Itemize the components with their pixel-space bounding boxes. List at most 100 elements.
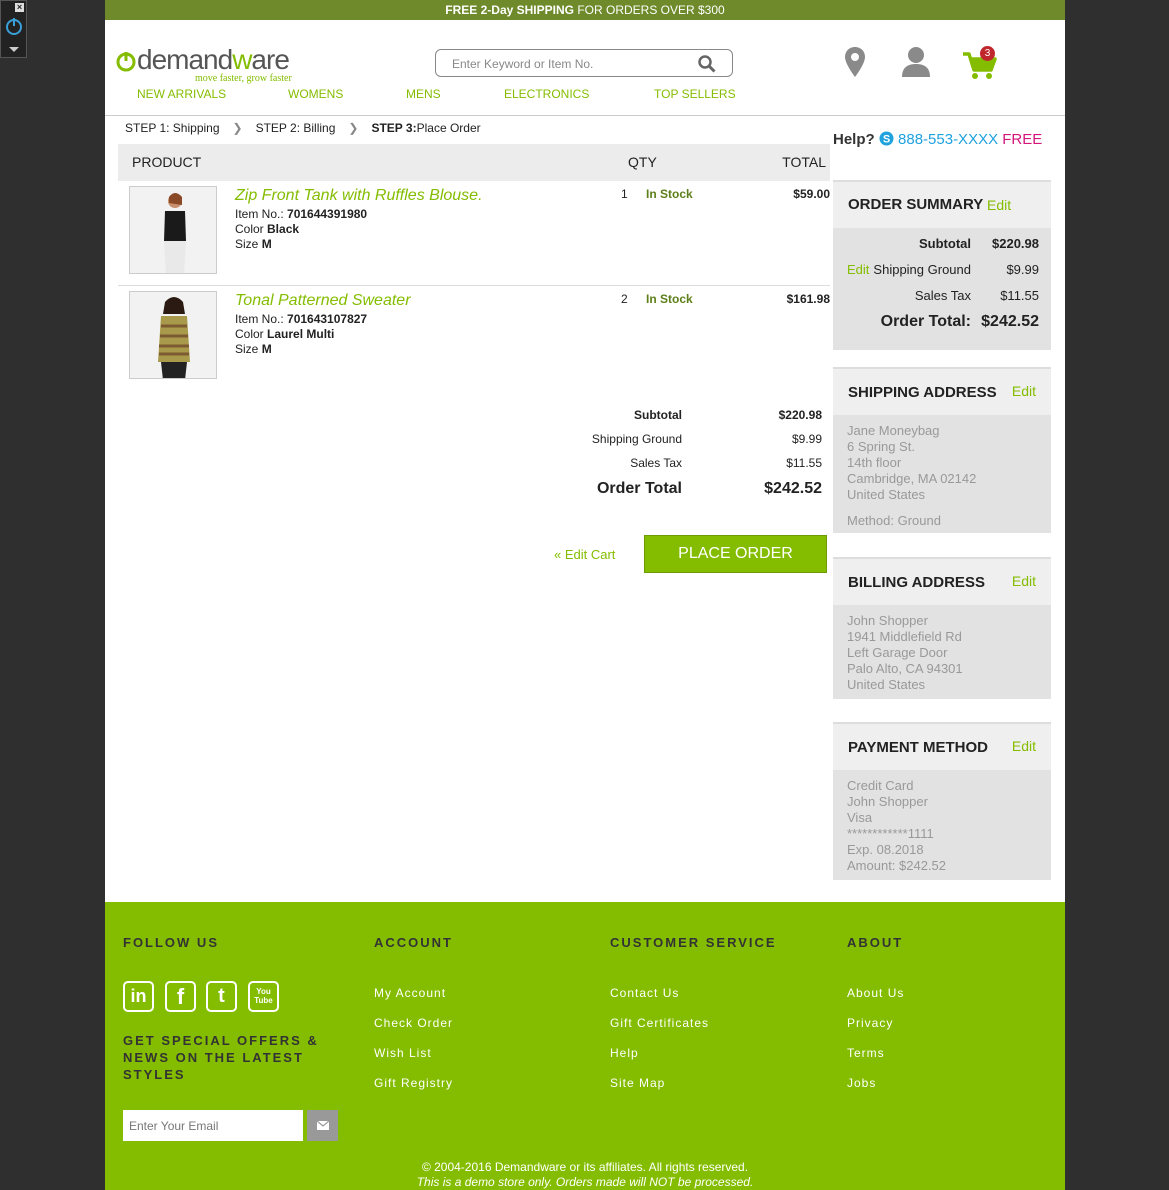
logo-word-post: are xyxy=(251,44,289,75)
nav-new-arrivals[interactable]: NEW ARRIVALS xyxy=(137,87,226,101)
item-number-value: 701643107827 xyxy=(287,312,368,326)
footer-link-wish-list[interactable]: Wish List xyxy=(374,1046,432,1060)
chevron-down-icon[interactable] xyxy=(9,47,19,52)
facebook-icon[interactable]: f xyxy=(165,981,196,1012)
stock-status: In Stock xyxy=(646,187,693,201)
edit-cart-link[interactable]: « Edit Cart xyxy=(554,547,615,562)
item-size: Size M xyxy=(235,342,367,357)
item-qty: 1 xyxy=(621,187,628,201)
subtotal-row: Subtotal $220.98 xyxy=(545,408,822,432)
email-submit-button[interactable] xyxy=(307,1110,338,1141)
product-details: Item No.: 701644391980 Color Black Size … xyxy=(235,207,367,252)
address-line: Left Garage Door xyxy=(847,645,948,660)
logo-tagline: move faster, grow faster xyxy=(195,73,292,84)
footer-link-terms[interactable]: Terms xyxy=(847,1046,885,1060)
search-icon[interactable] xyxy=(698,55,716,73)
product-details: Item No.: 701643107827 Color Laurel Mult… xyxy=(235,312,367,357)
nav-top-sellers[interactable]: TOP SELLERS xyxy=(654,87,736,101)
copyright-text: © 2004-2016 Demandware or its affiliates… xyxy=(421,1160,749,1174)
search-input[interactable] xyxy=(450,51,694,77)
help-label: Help? xyxy=(833,131,875,148)
footer-link-help[interactable]: Help xyxy=(610,1046,639,1060)
item-color-value: Black xyxy=(267,222,300,236)
side-widget[interactable]: × xyxy=(0,0,27,58)
step-billing[interactable]: STEP 2: Billing xyxy=(256,121,336,135)
footer-link-my-account[interactable]: My Account xyxy=(374,986,446,1000)
footer: FOLLOW US ACCOUNT CUSTOMER SERVICE ABOUT… xyxy=(105,902,1065,1190)
logo-wordmark: demandware xyxy=(137,44,290,75)
item-color-value: Laurel Multi xyxy=(267,327,335,341)
summary-tax-value: $11.55 xyxy=(1000,288,1039,303)
tax-row: Sales Tax $11.55 xyxy=(545,456,822,480)
product-image[interactable] xyxy=(129,186,217,274)
user-icon[interactable] xyxy=(901,46,931,78)
product-name-link[interactable]: Zip Front Tank with Ruffles Blouse. xyxy=(235,187,483,205)
summary-shipping-value: $9.99 xyxy=(1006,262,1039,277)
help-line: Help? S 888-553-XXXX FREE xyxy=(833,131,1042,148)
summary-shipping-row: Edit Shipping Ground $9.99 xyxy=(833,262,1051,288)
order-total-label: Order Total xyxy=(596,480,682,497)
logo[interactable]: demandware move faster, grow faster xyxy=(115,44,292,84)
summary-total-value: $242.52 xyxy=(981,313,1039,330)
item-size-value: M xyxy=(261,237,272,251)
item-number: Item No.: 701644391980 xyxy=(235,207,367,222)
help-phone[interactable]: 888-553-XXXX xyxy=(898,131,998,148)
summary-subtotal-value: $220.98 xyxy=(992,236,1039,251)
linkedin-icon[interactable]: in xyxy=(123,981,154,1012)
footer-link-check-order[interactable]: Check Order xyxy=(374,1016,453,1030)
cart-count-badge: 3 xyxy=(980,46,995,61)
footer-link-gift-registry[interactable]: Gift Registry xyxy=(374,1076,453,1090)
shipping-address-edit-link[interactable]: Edit xyxy=(1012,383,1036,399)
email-signup-input[interactable] xyxy=(123,1110,303,1141)
logo-word-pre: demand xyxy=(137,44,233,75)
svg-text:S: S xyxy=(883,134,890,146)
shipping-address-title: SHIPPING ADDRESS xyxy=(848,384,997,401)
footer-link-contact-us[interactable]: Contact Us xyxy=(610,986,679,1000)
nav-mens[interactable]: MENS xyxy=(406,87,441,101)
product-name-link[interactable]: Tonal Patterned Sweater xyxy=(235,292,411,310)
close-icon[interactable]: × xyxy=(15,3,24,12)
logo-power-icon xyxy=(116,52,136,72)
payment-method-header: PAYMENT METHOD Edit xyxy=(833,724,1051,770)
step-shipping[interactable]: STEP 1: Shipping xyxy=(125,121,220,135)
tax-label: Sales Tax xyxy=(630,456,682,470)
footer-link-gift-certificates[interactable]: Gift Certificates xyxy=(610,1016,709,1030)
order-summary-header: ORDER SUMMARY Edit xyxy=(833,182,1051,228)
billing-address-body: John Shopper 1941 Middlefield Rd Left Ga… xyxy=(833,605,1051,699)
order-summary-title: ORDER SUMMARY xyxy=(848,196,984,213)
address-line: Cambridge, MA 02142 xyxy=(847,471,977,486)
item-price: $59.00 xyxy=(793,187,830,201)
payment-method-edit-link[interactable]: Edit xyxy=(1012,738,1036,754)
summary-shipping-edit-link[interactable]: Edit xyxy=(847,262,869,278)
item-color-label: Color xyxy=(235,222,268,236)
footer-link-jobs[interactable]: Jobs xyxy=(847,1076,876,1090)
tax-value: $11.55 xyxy=(786,456,822,470)
promo-banner: FREE 2-Day SHIPPING FOR ORDERS OVER $300 xyxy=(105,0,1065,20)
checkout-steps: STEP 1: Shipping ❯ STEP 2: Billing ❯ STEP 3:… xyxy=(125,121,481,135)
skype-icon[interactable]: S xyxy=(879,131,894,146)
nav-womens[interactable]: WOMENS xyxy=(288,87,343,101)
item-number-label: Item No.: xyxy=(235,312,288,326)
item-size: Size M xyxy=(235,237,367,252)
footer-link-site-map[interactable]: Site Map xyxy=(610,1076,665,1090)
footer-link-about-us[interactable]: About Us xyxy=(847,986,904,1000)
power-icon[interactable] xyxy=(4,16,24,36)
order-summary-edit-link[interactable]: Edit xyxy=(987,197,1036,213)
logo-word-green: w xyxy=(232,44,252,75)
footer-link-privacy[interactable]: Privacy xyxy=(847,1016,893,1030)
footer-account-heading: ACCOUNT xyxy=(374,935,453,950)
youtube-icon[interactable]: You Tube xyxy=(248,981,279,1012)
table-row: Zip Front Tank with Ruffles Blouse. Item… xyxy=(118,181,830,286)
map-pin-icon[interactable] xyxy=(844,46,866,78)
product-image[interactable] xyxy=(129,291,217,379)
nav-electronics[interactable]: ELECTRONICS xyxy=(504,87,589,101)
stock-status: In Stock xyxy=(646,292,693,306)
billing-address-edit-link[interactable]: Edit xyxy=(1012,573,1036,589)
promo-bold: FREE 2-Day SHIPPING xyxy=(445,3,574,17)
twitter-icon[interactable]: t xyxy=(206,981,237,1012)
billing-address-header: BILLING ADDRESS Edit xyxy=(833,559,1051,605)
address-line: United States xyxy=(847,487,926,502)
address-line: John Shopper xyxy=(847,613,928,628)
summary-total-label: Order Total: xyxy=(880,313,971,330)
place-order-button[interactable]: PLACE ORDER xyxy=(644,535,827,573)
